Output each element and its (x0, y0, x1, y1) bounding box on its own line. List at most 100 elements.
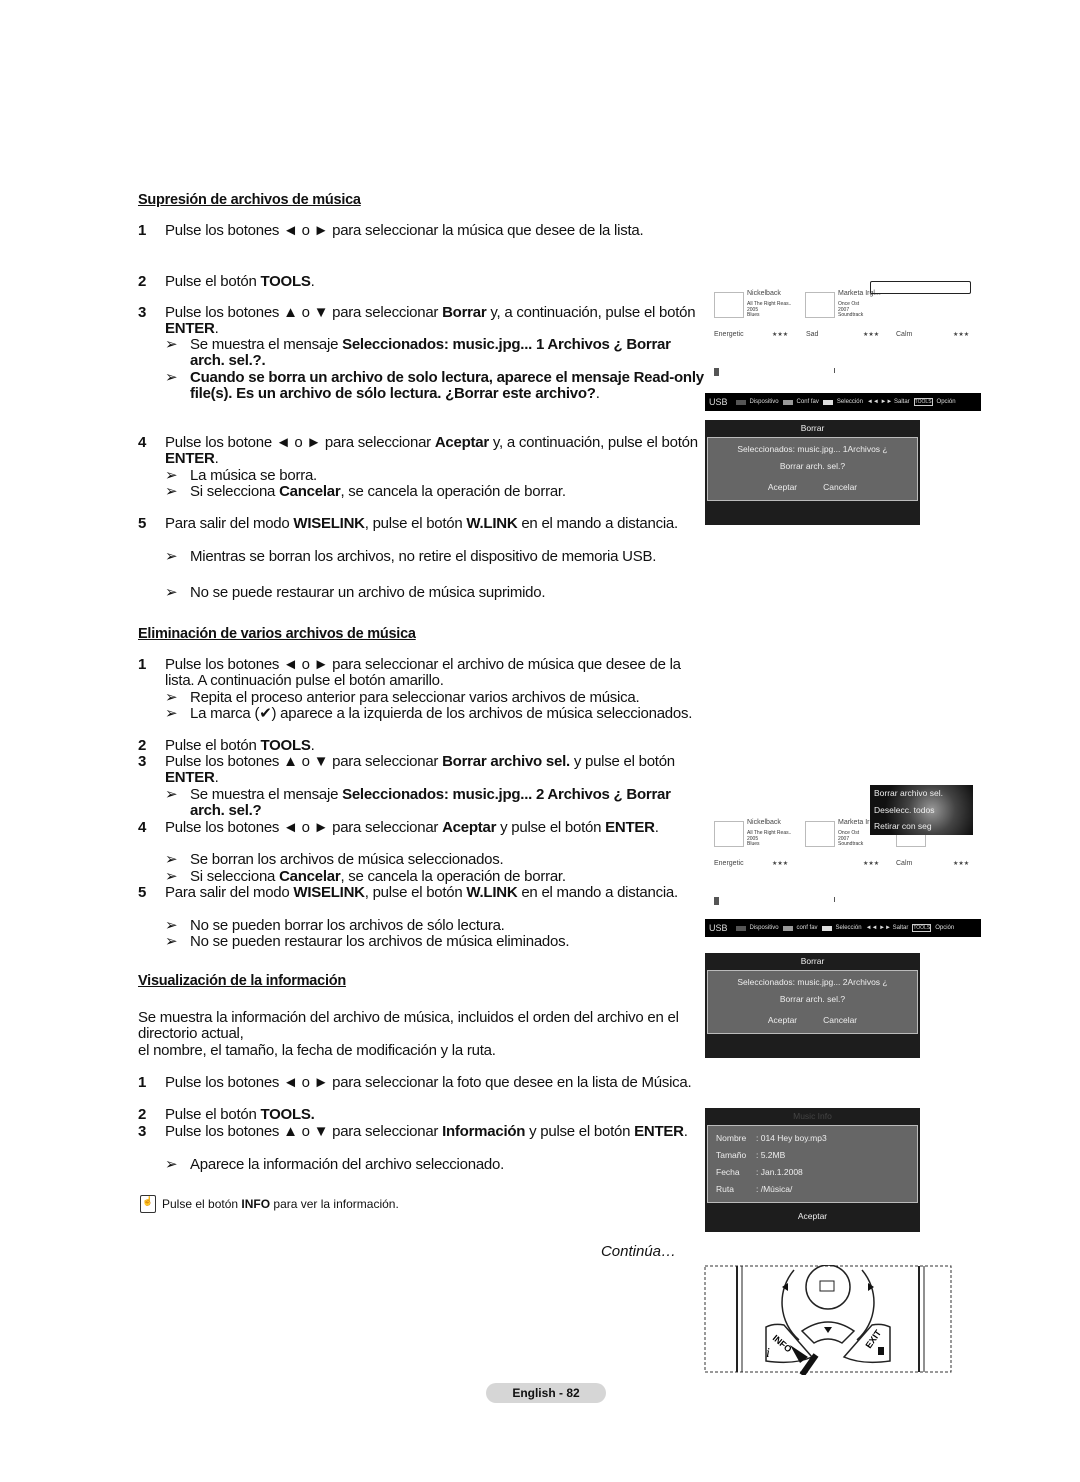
rating-stars: ★★★ (863, 861, 880, 867)
bold-text: WISELINK (293, 515, 365, 532)
rating-stars: ★★★ (772, 332, 789, 338)
bold-text: ENTER (634, 1123, 684, 1140)
section-heading: Eliminación de varios archivos de música (138, 626, 416, 642)
note-item: ➢ Cuando se borra un archivo de solo lect… (165, 369, 708, 403)
step-number: 1 (138, 222, 147, 239)
usb: USB (709, 923, 728, 933)
accept-button[interactable]: Aceptar (705, 1203, 920, 1221)
delete-dialog: Borrar Seleccionados: music.jpg... 1Archi… (705, 420, 920, 525)
info-row: Nombre: 014 Hey boy.mp3 (716, 1130, 909, 1147)
text: Pulse los botone ◄ o ► para seleccionar (165, 434, 435, 451)
text: y, a continuación, pulse el botón (488, 434, 698, 451)
cancel-button[interactable]: Cancelar (823, 479, 857, 496)
bold-text: Cancelar (279, 483, 341, 500)
device-label: Dispositivo (749, 925, 779, 931)
text: y pulse el botón (525, 1123, 635, 1140)
album-thumbnail[interactable] (805, 821, 835, 847)
music-info-body: Nombre: 014 Hey boy.mp3 Tamaño: 5.2MB Fech… (707, 1125, 918, 1203)
note-item: ➢ Si selecciona Cancelar, se cancela la o… (165, 868, 708, 885)
text: Se muestra el mensaje (190, 786, 343, 803)
list-icon (714, 368, 719, 376)
note-arrow-icon: ➢ (165, 689, 178, 706)
tools-menu-item[interactable]: Deselecc. todos (870, 802, 973, 819)
note-item: ➢ Se borran los archivos de música selecc… (165, 851, 708, 868)
dialog-message: Borrar arch. sel.? (779, 994, 846, 1004)
bold-text: TOOLS. (260, 1106, 315, 1123)
mood-label: Calm (896, 331, 913, 338)
bold-text: Cuando se borra un archivo de solo lectu… (190, 369, 704, 403)
album-thumbnail[interactable] (805, 292, 835, 318)
album-detail: Blues (747, 841, 760, 847)
album-thumbnail[interactable] (714, 821, 744, 847)
note-arrow-icon: ➢ (165, 336, 178, 353)
note-arrow-icon: ➢ (165, 369, 178, 386)
info-value: : /Música/ (756, 1184, 793, 1194)
step-item: 4 Pulse los botone ◄ o ► para seleccionar… (138, 434, 710, 468)
info-value: : Jan.1.2008 (756, 1167, 803, 1177)
info-tip: ☝ Pulse el botón INFO para ver la inform… (140, 1195, 399, 1213)
bold-text: W.LINK (466, 884, 518, 901)
text: Repita el proceso anterior para seleccio… (190, 689, 640, 706)
skip-label: ◄◄ ►► Saltar (865, 925, 909, 931)
album-details: Once Ost 2007 Soundtrack (838, 301, 863, 319)
skip-label: ◄◄ ►► Saltar (866, 399, 910, 405)
dialog-title: Borrar (800, 423, 825, 433)
note-arrow-icon: ➢ (165, 933, 178, 950)
text: No se puede restaurar un archivo de músi… (190, 584, 546, 601)
step-number: 5 (138, 515, 147, 532)
text: Pulse los botones ▲ o ▼ para seleccionar (165, 753, 443, 770)
text: . (214, 320, 219, 338)
text: , pulse el botón (364, 515, 467, 532)
dialog-buttons: Aceptar Cancelar (708, 475, 917, 500)
step-number: 1 (138, 656, 147, 673)
cancel-button[interactable]: Cancelar (823, 1012, 857, 1029)
note-item: ➢ Repita el proceso anterior para selecci… (165, 689, 708, 706)
text: Para salir del modo (165, 515, 294, 532)
note-arrow-icon: ➢ (165, 868, 178, 885)
section-heading: Visualización de la información (138, 973, 346, 989)
note-arrow-icon: ➢ (165, 548, 178, 565)
accept-button[interactable]: Aceptar (768, 1012, 797, 1029)
text: el nombre, el tamaño, la fecha de modifi… (138, 1042, 496, 1059)
album-details: Once Ost 2007 Soundtrack (838, 830, 864, 848)
page-number: English - 82 (486, 1383, 606, 1403)
step-item: 5 Para salir del modo WISELINK, pulse el … (138, 884, 710, 901)
select-label: Selección (835, 925, 862, 931)
tools-menu-item[interactable]: Borrar archivo sel. (870, 785, 973, 802)
note-item: ➢ Mientras se borran los archivos, no ret… (165, 548, 708, 565)
rating-stars: ★★★ (772, 861, 789, 867)
note-arrow-icon: ➢ (165, 851, 178, 868)
progress-marker (834, 368, 835, 373)
text: La música se borra. (190, 467, 317, 484)
info-key: Fecha (716, 1167, 740, 1177)
music-info-dialog: Music Info Nombre: 014 Hey boy.mp3 Tamaño:… (705, 1108, 920, 1232)
text: Pulse los botones ◄ o ► para seleccionar (165, 819, 443, 836)
note-item: ➢ La marca (✔) aparece a la izquierda de … (165, 705, 708, 722)
tools-menu-item[interactable]: Retirar con seg (870, 818, 973, 835)
step-item: 1 Pulse los botones ◄ o ► para selecciona… (138, 1074, 710, 1091)
down-arrow-icon (824, 1327, 832, 1333)
text: . (214, 450, 219, 468)
favorite-label: conf fav (796, 925, 818, 931)
text: Si selecciona (190, 483, 280, 500)
note-arrow-icon: ➢ (165, 705, 178, 722)
info-key: Tamaño (716, 1150, 747, 1160)
album-details: All The Right Reas.. 2005 Blues (747, 301, 791, 319)
text: . (214, 769, 219, 787)
step-item: 2 Pulse el botón TOOLS. (138, 273, 710, 290)
text: Pulse los botones ◄ o ► para seleccionar… (165, 656, 681, 690)
svg-text:i: i (766, 1346, 770, 1361)
info-value: : 014 Hey boy.mp3 (756, 1133, 827, 1143)
note-item: ➢ Se muestra el mensaje Seleccionados: mu… (165, 786, 708, 820)
text: No se pueden restaurar los archivos de m… (190, 933, 570, 950)
album-artist: Nickelback (747, 819, 781, 826)
delete-dialog: Borrar Seleccionados: music.jpg... 2Archi… (705, 953, 920, 1058)
step-number: 5 (138, 884, 147, 901)
album-thumbnail[interactable] (714, 292, 744, 318)
note-arrow-icon: ➢ (165, 1156, 178, 1173)
album-detail: Soundtrack (838, 841, 864, 847)
bold-text: W.LINK (466, 515, 518, 532)
usb: USB (709, 397, 728, 407)
section-heading: Supresión de archivos de música (138, 192, 361, 208)
accept-button[interactable]: Aceptar (768, 479, 797, 496)
